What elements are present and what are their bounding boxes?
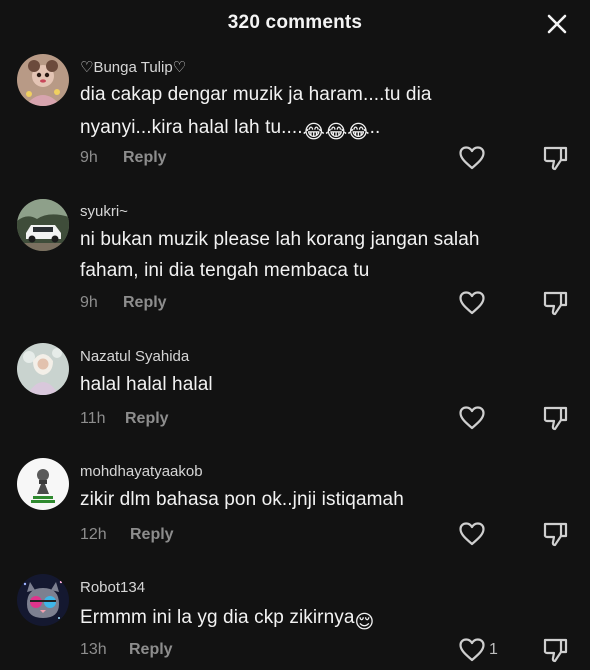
comment-text-line: faham, ini dia tengah membaca tu bbox=[80, 260, 370, 281]
close-icon[interactable] bbox=[544, 11, 570, 37]
heart-outline-icon[interactable] bbox=[458, 637, 486, 663]
comment-text: ni bukan muzik please lah korang jangan … bbox=[80, 229, 480, 251]
tears-of-joy-emoji: 😂😂😂 bbox=[302, 122, 370, 143]
comment-username[interactable]: Nazatul Syahida bbox=[80, 348, 189, 365]
comment-text: zikir dlm bahasa pon ok..jnji istiqamah bbox=[80, 489, 404, 511]
comment-text-line: zikir dlm bahasa pon ok..jnji istiqamah bbox=[80, 489, 404, 510]
reply-button[interactable]: Reply bbox=[125, 410, 169, 428]
heart-outline-icon[interactable] bbox=[458, 290, 486, 316]
avatar[interactable] bbox=[17, 574, 69, 626]
thumbs-down-icon[interactable] bbox=[541, 404, 569, 432]
comment-text-line: dia cakap dengar muzik ja haram....tu di… bbox=[80, 84, 432, 105]
comment-text-line: ni bukan muzik please lah korang jangan … bbox=[80, 229, 480, 250]
avatar[interactable] bbox=[17, 199, 69, 251]
comment-text-line: nyanyi...kira halal lah tu.... bbox=[80, 117, 303, 138]
comment-timestamp: 12h bbox=[80, 526, 107, 543]
thumbs-down-icon[interactable] bbox=[541, 636, 569, 664]
heart-outline-icon[interactable] bbox=[458, 405, 486, 431]
comment-username[interactable]: syukri~ bbox=[80, 203, 128, 220]
reply-button[interactable]: Reply bbox=[130, 526, 174, 544]
thumbs-down-icon[interactable] bbox=[541, 144, 569, 172]
comment-text-line: Ermmm ini la yg dia ckp zikirnya bbox=[80, 607, 355, 628]
like-count: 1 bbox=[489, 641, 498, 658]
comment-username[interactable]: mohdhayatyaakob bbox=[80, 463, 203, 480]
comment-text-line: halal halal halal bbox=[80, 374, 213, 395]
comments-count-title: 320 comments bbox=[227, 12, 363, 33]
comment-text: halal halal halal bbox=[80, 374, 213, 396]
comment-text: Ermmm ini la yg dia ckp zikirnya😌 bbox=[80, 607, 374, 634]
heart-outline-icon[interactable] bbox=[458, 145, 486, 171]
comment-text: nyanyi...kira halal lah tu....😂😂😂.. bbox=[80, 117, 380, 144]
avatar[interactable] bbox=[17, 458, 69, 510]
comment-timestamp: 9h bbox=[80, 294, 98, 311]
avatar[interactable] bbox=[17, 343, 69, 395]
reply-button[interactable]: Reply bbox=[123, 149, 167, 167]
comment-timestamp: 13h bbox=[80, 641, 107, 658]
comment-text-suffix: .. bbox=[369, 117, 381, 138]
heart-outline-icon[interactable] bbox=[458, 521, 486, 547]
comment-username[interactable]: ♡Bunga Tulip♡ bbox=[80, 58, 186, 76]
thumbs-down-icon[interactable] bbox=[541, 520, 569, 548]
avatar[interactable] bbox=[17, 54, 69, 106]
comment-timestamp: 11h bbox=[80, 410, 106, 427]
reply-button[interactable]: Reply bbox=[129, 641, 173, 659]
comment-text: dia cakap dengar muzik ja haram....tu di… bbox=[80, 84, 432, 106]
comments-header: 320 comments bbox=[0, 0, 590, 46]
comment-username[interactable]: Robot134 bbox=[80, 579, 145, 596]
reply-button[interactable]: Reply bbox=[123, 294, 167, 312]
relieved-face-emoji: 😌 bbox=[354, 612, 375, 633]
thumbs-down-icon[interactable] bbox=[541, 289, 569, 317]
comment-timestamp: 9h bbox=[80, 149, 98, 166]
comment-text: faham, ini dia tengah membaca tu bbox=[80, 260, 369, 282]
